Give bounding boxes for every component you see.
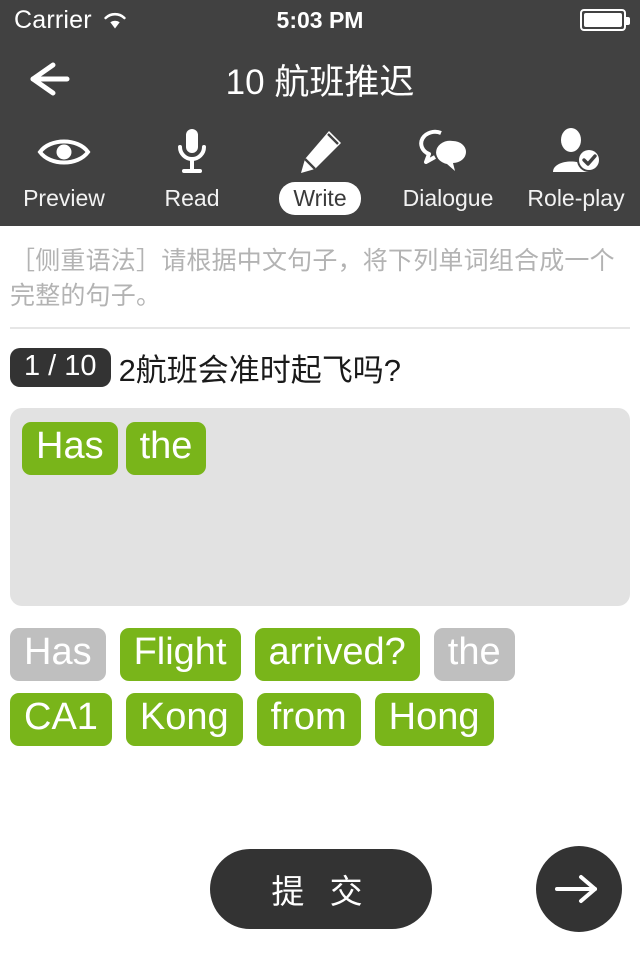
word-bank-chip[interactable]: the [433,628,515,682]
tab-preview-label: Preview [23,185,105,211]
question-row: 1 / 10 2航班会准时起飞吗? [0,329,640,402]
tab-dialogue-label: Dialogue [402,185,494,211]
person-check-icon [549,126,603,178]
speech-bubbles-icon [419,126,477,178]
tab-preview[interactable]: Preview [0,126,128,226]
word-bank-chip[interactable]: Has [10,628,106,682]
page-title: 10 航班推迟 [225,62,415,102]
back-button[interactable] [0,40,96,118]
word-bank-chip[interactable]: CA1 [10,693,112,747]
word-bank-chip[interactable]: Flight [119,628,241,682]
tab-read[interactable]: Read [128,126,256,226]
app-root: Carrier 5:03 PM 10 航班推迟 Preview Read Wri… [0,0,640,960]
answer-chip[interactable]: the [125,422,207,476]
status-bar-left: Carrier [0,6,128,35]
nav-bar: 10 航班推迟 [0,40,640,118]
word-bank-chip[interactable]: arrived? [254,628,420,682]
tab-read-label: Read [164,185,220,211]
status-bar-right [580,9,640,31]
answer-drop-zone[interactable]: Has the [10,408,630,606]
word-bank: Has Flight arrived? the CA1 Kong from Ho… [10,628,630,747]
word-bank-chip[interactable]: from [256,693,361,747]
carrier-label: Carrier [14,5,92,34]
tab-roleplay-label: Role-play [527,185,625,211]
pencil-icon [295,126,345,178]
eye-icon [36,126,92,178]
question-prompt: 2航班会准时起飞吗? [118,353,402,388]
footer-actions: 提 交 [0,840,640,938]
microphone-icon [172,126,212,178]
word-bank-chip[interactable]: Hong [374,693,494,747]
answer-chip[interactable]: Has [22,422,118,476]
submit-button[interactable]: 提 交 [210,849,432,929]
tab-dialogue[interactable]: Dialogue [384,126,512,226]
word-bank-chip[interactable]: Kong [125,693,243,747]
next-question-button[interactable] [536,846,622,932]
lesson-mode-tabs: Preview Read Write Dialogue Role-play [0,118,640,226]
back-arrow-icon [30,62,70,96]
tab-write-label: Write [279,182,361,215]
battery-icon [580,9,630,31]
arrow-right-icon [555,875,597,903]
instruction-text: ［侧重语法］请根据中文句子，将下列单词组合成一个完整的句子。 [10,247,615,310]
tab-roleplay[interactable]: Role-play [512,126,640,226]
status-bar: Carrier 5:03 PM [0,0,640,40]
tab-write[interactable]: Write [256,126,384,226]
wifi-icon [102,10,128,30]
question-counter-badge: 1 / 10 [10,348,111,387]
